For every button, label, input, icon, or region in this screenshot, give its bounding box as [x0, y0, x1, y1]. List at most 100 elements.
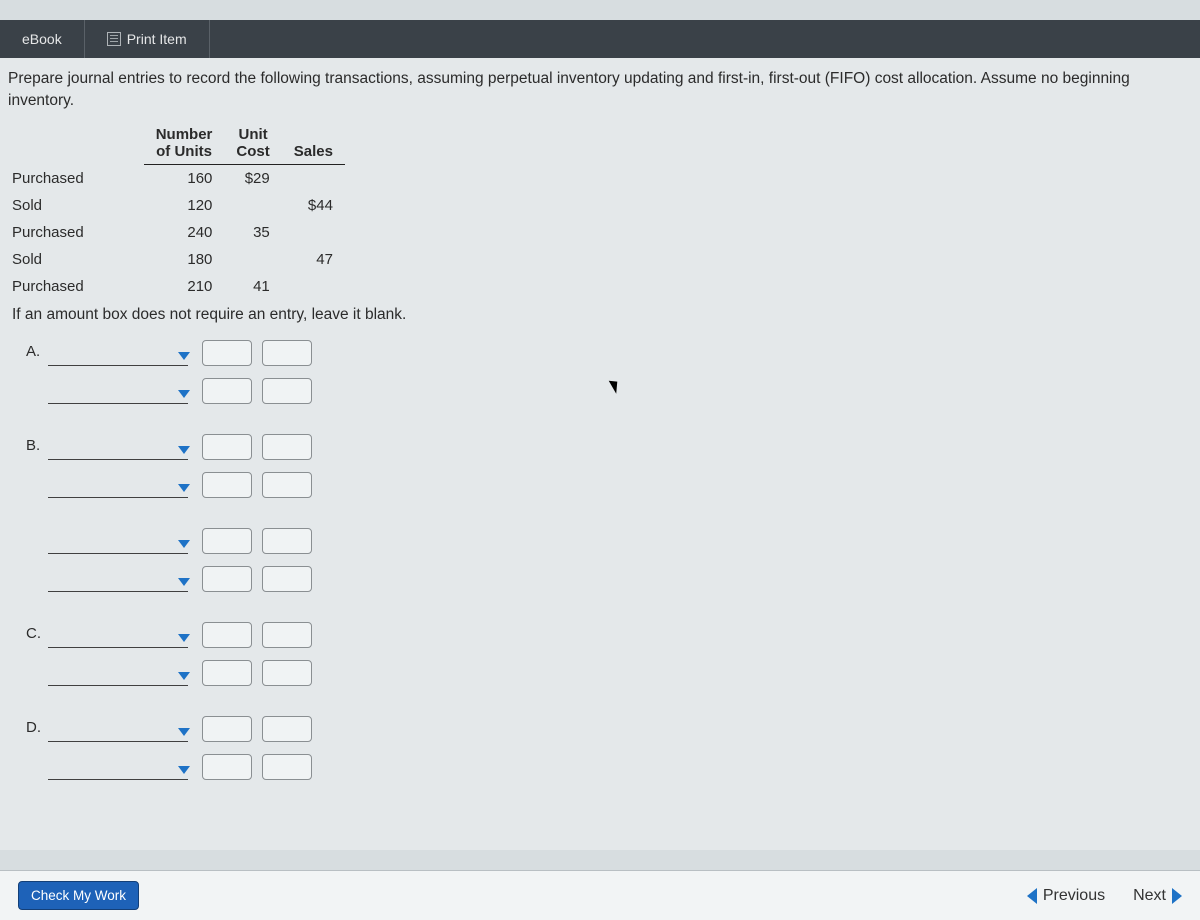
chevron-down-icon[interactable]: [178, 540, 190, 548]
chevron-down-icon[interactable]: [178, 766, 190, 774]
chevron-down-icon[interactable]: [178, 390, 190, 398]
account-select[interactable]: [48, 436, 188, 460]
entry-label-d: D.: [26, 719, 48, 742]
account-select[interactable]: [48, 756, 188, 780]
entry-row: [26, 654, 1192, 686]
col-cost-l1: Unit: [238, 126, 267, 143]
row-cost: 35: [224, 219, 281, 246]
col-cost: Unit Cost: [224, 122, 281, 165]
account-select[interactable]: [48, 662, 188, 686]
debit-input[interactable]: [202, 566, 252, 592]
account-select[interactable]: [48, 474, 188, 498]
entry-row: [26, 560, 1192, 592]
instructions-line1: Prepare journal entries to record the fo…: [8, 70, 1130, 87]
entry-label-blank: [26, 548, 48, 554]
chevron-down-icon[interactable]: [178, 634, 190, 642]
credit-input[interactable]: [262, 472, 312, 498]
row-units: 210: [144, 273, 225, 300]
table-row: Sold 120 $44: [8, 192, 345, 219]
entry-label-blank: [26, 398, 48, 404]
row-cost: [224, 246, 281, 273]
chevron-down-icon[interactable]: [178, 578, 190, 586]
credit-input[interactable]: [262, 660, 312, 686]
col-units-l1: Number: [156, 126, 213, 143]
account-select[interactable]: [48, 568, 188, 592]
debit-input[interactable]: [202, 716, 252, 742]
debit-input[interactable]: [202, 378, 252, 404]
chevron-left-icon: [1027, 888, 1037, 904]
debit-input[interactable]: [202, 340, 252, 366]
next-label: Next: [1133, 887, 1166, 905]
row-units: 180: [144, 246, 225, 273]
print-icon: [107, 32, 121, 46]
transactions-table: Number of Units Unit Cost Sales Purchase…: [8, 122, 345, 300]
credit-input[interactable]: [262, 340, 312, 366]
row-sales: [282, 165, 345, 193]
table-row: Purchased 240 35: [8, 219, 345, 246]
account-select[interactable]: [48, 530, 188, 554]
entry-row: [26, 522, 1192, 554]
chevron-down-icon[interactable]: [178, 352, 190, 360]
credit-input[interactable]: [262, 754, 312, 780]
credit-input[interactable]: [262, 716, 312, 742]
table-row: Purchased 160 $29: [8, 165, 345, 193]
chevron-down-icon[interactable]: [178, 672, 190, 680]
entry-label-blank: [26, 492, 48, 498]
chevron-down-icon[interactable]: [178, 484, 190, 492]
print-item-button[interactable]: Print Item: [85, 20, 210, 58]
credit-input[interactable]: [262, 566, 312, 592]
top-toolbar: eBook Print Item: [0, 20, 1200, 58]
ebook-button[interactable]: eBook: [0, 20, 85, 58]
chevron-right-icon: [1172, 888, 1182, 904]
account-select[interactable]: [48, 624, 188, 648]
account-select[interactable]: [48, 380, 188, 404]
instructions: Prepare journal entries to record the fo…: [8, 68, 1192, 112]
row-sales: $44: [282, 192, 345, 219]
instructions-line2: inventory.: [8, 92, 74, 109]
entry-row: [26, 372, 1192, 404]
row-label: Purchased: [8, 165, 144, 193]
entry-label-a: A.: [26, 343, 48, 366]
nav-group: Previous Next: [1027, 887, 1182, 905]
row-cost: $29: [224, 165, 281, 193]
account-select[interactable]: [48, 718, 188, 742]
credit-input[interactable]: [262, 622, 312, 648]
entry-row: B.: [26, 428, 1192, 460]
entry-label-blank: [26, 680, 48, 686]
row-cost: 41: [224, 273, 281, 300]
debit-input[interactable]: [202, 434, 252, 460]
row-label: Sold: [8, 246, 144, 273]
account-select[interactable]: [48, 342, 188, 366]
credit-input[interactable]: [262, 378, 312, 404]
credit-input[interactable]: [262, 434, 312, 460]
entry-row: A.: [26, 334, 1192, 366]
check-my-work-button[interactable]: Check My Work: [18, 881, 139, 910]
debit-input[interactable]: [202, 528, 252, 554]
row-label: Sold: [8, 192, 144, 219]
entry-row: [26, 466, 1192, 498]
journal-entry-form: A. B.: [26, 334, 1192, 780]
debit-input[interactable]: [202, 622, 252, 648]
previous-button[interactable]: Previous: [1027, 887, 1105, 905]
chevron-down-icon[interactable]: [178, 446, 190, 454]
row-label: Purchased: [8, 219, 144, 246]
ebook-label: eBook: [22, 31, 62, 47]
debit-input[interactable]: [202, 754, 252, 780]
debit-input[interactable]: [202, 660, 252, 686]
debit-input[interactable]: [202, 472, 252, 498]
row-units: 120: [144, 192, 225, 219]
credit-input[interactable]: [262, 528, 312, 554]
entry-label-blank: [26, 774, 48, 780]
row-sales: [282, 219, 345, 246]
col-blank: [8, 122, 144, 165]
col-sales-l: Sales: [294, 143, 333, 160]
print-label: Print Item: [127, 31, 187, 47]
next-button[interactable]: Next: [1133, 887, 1182, 905]
entry-label-blank: [26, 586, 48, 592]
row-units: 160: [144, 165, 225, 193]
chevron-down-icon[interactable]: [178, 728, 190, 736]
blank-entry-note: If an amount box does not require an ent…: [12, 306, 1192, 324]
content-area: Prepare journal entries to record the fo…: [0, 58, 1200, 850]
entry-row: [26, 748, 1192, 780]
entry-label-c: C.: [26, 625, 48, 648]
